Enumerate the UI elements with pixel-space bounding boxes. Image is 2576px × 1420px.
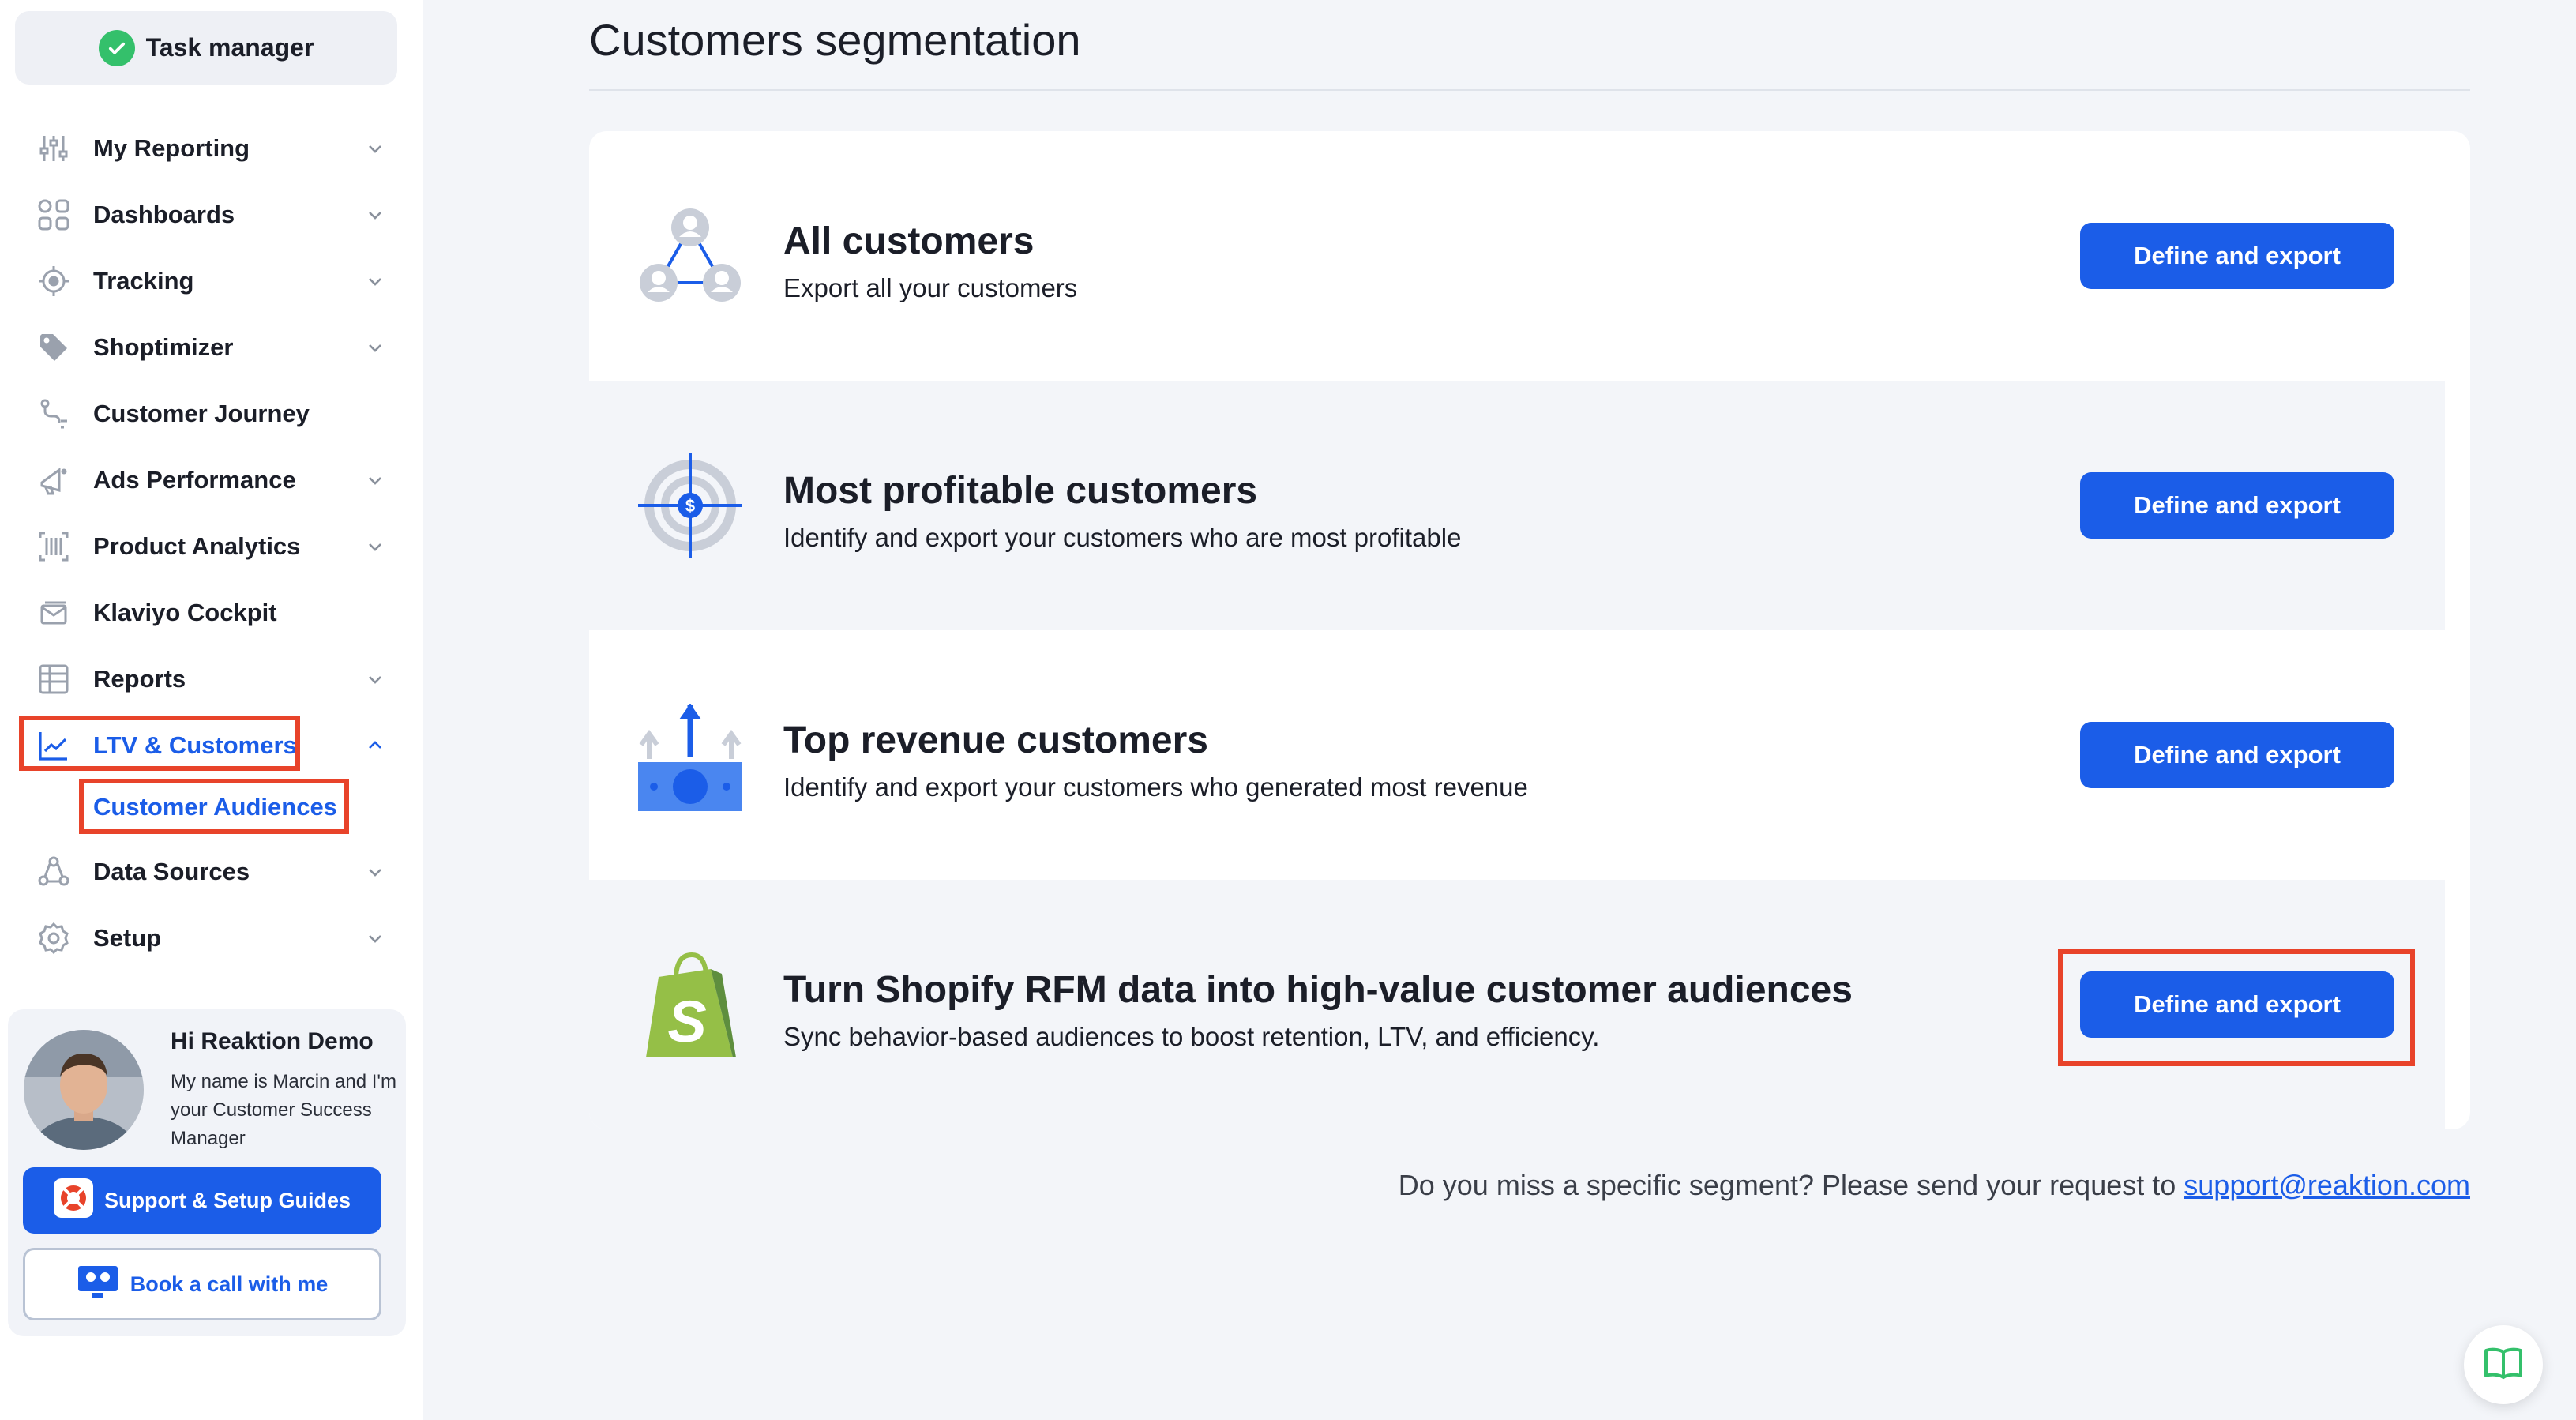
define-and-export-button[interactable]: Define and export	[2080, 971, 2394, 1038]
sidebar-item-data-sources[interactable]: Data Sources	[0, 839, 423, 905]
video-call-icon	[77, 1264, 119, 1305]
segment-description: Export all your customers	[783, 273, 1078, 302]
sidebar-item-label: My Reporting	[93, 134, 250, 162]
lifebuoy-icon	[53, 1178, 93, 1223]
sidebar-item-klaviyo-cockpit[interactable]: Klaviyo Cockpit	[0, 580, 423, 646]
crosshair-icon	[35, 262, 73, 300]
task-manager-label: Task manager	[145, 33, 314, 62]
segment-title: Top revenue customers	[783, 719, 1208, 761]
chevron-down-icon	[363, 336, 387, 359]
sidebar-item-my-reporting[interactable]: My Reporting	[0, 115, 423, 182]
footer-text: Do you miss a specific segment? Please s…	[1398, 1169, 2176, 1201]
sidebar-item-label: Data Sources	[93, 858, 250, 885]
sidebar-item-label: Reports	[93, 665, 186, 693]
check-badge-icon	[98, 29, 135, 66]
csm-greeting: Hi Reaktion Demo	[171, 1028, 374, 1054]
gear-icon	[35, 919, 73, 957]
data-nodes-icon	[35, 853, 73, 891]
segment-title: Most profitable customers	[783, 470, 1258, 512]
chevron-down-icon	[363, 137, 387, 160]
svg-text:S: S	[667, 989, 706, 1054]
sidebar-item-label: Ads Performance	[93, 466, 296, 494]
sidebar-item-ads-performance[interactable]: Ads Performance	[0, 447, 423, 513]
svg-text:$: $	[685, 496, 695, 516]
sidebar-item-label: LTV & Customers	[93, 731, 297, 759]
customer-network-icon	[635, 201, 745, 311]
segment-description: Identify and export your customers who a…	[783, 523, 1462, 552]
support-setup-guides-button[interactable]: Support & Setup Guides	[23, 1167, 381, 1234]
sidebar-item-customer-journey[interactable]: Customer Journey	[0, 381, 423, 447]
chevron-down-icon	[363, 269, 387, 293]
support-email-link[interactable]: support@reaktion.com	[2184, 1169, 2470, 1201]
sidebar-item-label: Dashboards	[93, 201, 235, 228]
sidebar-item-label: Setup	[93, 924, 162, 952]
csm-message: My name is Marcin and I'm your Customer …	[171, 1071, 396, 1149]
table-icon	[35, 660, 73, 698]
segment-title: All customers	[783, 220, 1035, 262]
sidebar-item-dashboards[interactable]: Dashboards	[0, 182, 423, 248]
customer-success-card: Hi Reaktion Demo My name is Marcin and I…	[8, 1009, 406, 1336]
megaphone-icon	[35, 461, 73, 499]
revenue-arrows-icon	[635, 700, 745, 811]
sidebar-item-product-analytics[interactable]: Product Analytics	[0, 513, 423, 580]
segment-description: Sync behavior-based audiences to boost r…	[783, 1022, 1600, 1051]
define-and-export-button[interactable]: Define and export	[2080, 472, 2394, 539]
sidebar-item-tracking[interactable]: Tracking	[0, 248, 423, 314]
chevron-down-icon	[363, 926, 387, 950]
trend-chart-icon	[35, 727, 73, 764]
sidebar-item-shoptimizer[interactable]: Shoptimizer	[0, 314, 423, 381]
help-docs-button[interactable]	[2464, 1325, 2543, 1404]
chevron-down-icon	[363, 535, 387, 558]
segment-row-top-revenue: Top revenue customers Identify and expor…	[589, 630, 2445, 880]
journey-path-icon	[35, 395, 73, 433]
dollar-target-icon: $	[635, 450, 745, 561]
email-stack-icon	[35, 594, 73, 632]
sliders-icon	[35, 130, 73, 167]
sidebar: Task manager My Reporting Dashboards Tra…	[0, 0, 423, 1420]
support-button-label: Support & Setup Guides	[103, 1188, 351, 1212]
chevron-down-icon	[363, 468, 387, 492]
sidebar-subitem-label: Customer Audiences	[93, 793, 337, 821]
define-and-export-button[interactable]: Define and export	[2080, 722, 2394, 788]
sidebar-item-setup[interactable]: Setup	[0, 905, 423, 971]
sidebar-item-label: Customer Journey	[93, 400, 310, 427]
book-button-label: Book a call with me	[130, 1272, 329, 1296]
barcode-icon	[35, 528, 73, 565]
sidebar-item-ltv-customers[interactable]: LTV & Customers	[0, 712, 423, 779]
price-tag-icon	[35, 329, 73, 366]
sidebar-item-reports[interactable]: Reports	[0, 646, 423, 712]
sidebar-item-label: Shoptimizer	[93, 333, 234, 361]
shopify-bag-icon: S	[635, 949, 745, 1060]
chevron-down-icon	[363, 667, 387, 691]
title-divider	[589, 89, 2470, 91]
open-book-icon	[2483, 1346, 2524, 1384]
segment-row-most-profitable: $ Most profitable customers Identify and…	[589, 381, 2445, 630]
avatar	[24, 1030, 144, 1150]
sidebar-item-label: Tracking	[93, 267, 194, 295]
segments-panel: All customers Export all your customers …	[589, 131, 2470, 1129]
sidebar-item-label: Product Analytics	[93, 532, 301, 560]
book-call-button[interactable]: Book a call with me	[23, 1248, 381, 1320]
sidebar-subitem-customer-audiences[interactable]: Customer Audiences	[0, 779, 423, 836]
chevron-down-icon	[363, 860, 387, 884]
footer-note: Do you miss a specific segment? Please s…	[1399, 1169, 2470, 1202]
define-and-export-button[interactable]: Define and export	[2080, 223, 2394, 289]
chevron-up-icon	[363, 734, 387, 757]
segment-row-shopify-rfm: S Turn Shopify RFM data into high-value …	[589, 880, 2445, 1129]
segment-description: Identify and export your customers who g…	[783, 772, 1528, 802]
sidebar-item-label: Klaviyo Cockpit	[93, 599, 277, 626]
dashboard-grid-icon	[35, 196, 73, 234]
segment-title: Turn Shopify RFM data into high-value cu…	[783, 969, 1853, 1011]
chevron-down-icon	[363, 203, 387, 227]
task-manager-button[interactable]: Task manager	[15, 11, 397, 85]
page-title: Customers segmentation	[589, 15, 1081, 65]
segment-row-all-customers: All customers Export all your customers …	[589, 131, 2445, 381]
